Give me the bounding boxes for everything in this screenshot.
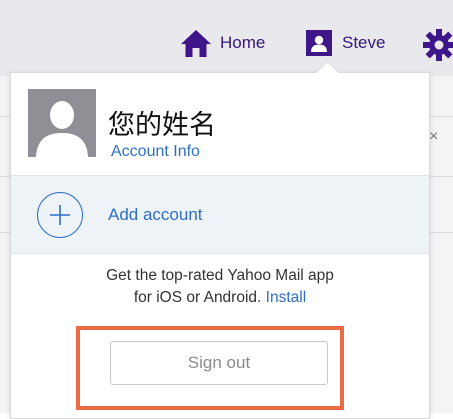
- account-dropdown: 您的姓名 Account Info Add account Get the to…: [10, 60, 430, 419]
- home-link[interactable]: Home: [180, 28, 265, 58]
- promo-line-1: Get the top-rated Yahoo Mail app: [106, 267, 334, 284]
- avatar-silhouette-icon: [28, 89, 96, 157]
- top-nav-bar: Home Steve: [0, 0, 453, 76]
- promo-line-2-text: for iOS or Android.: [133, 289, 262, 306]
- promo-line-2: for iOS or Android. Install: [11, 287, 429, 309]
- add-account-row[interactable]: Add account: [11, 175, 429, 254]
- add-account-label: Add account: [108, 205, 203, 224]
- account-row: 您的姓名 Account Info: [11, 73, 429, 173]
- app-promo: Get the top-rated Yahoo Mail app for iOS…: [11, 265, 429, 309]
- avatar: [28, 89, 96, 157]
- user-label: Steve: [342, 33, 386, 52]
- account-info-link[interactable]: Account Info: [111, 143, 200, 161]
- home-label: Home: [220, 33, 266, 52]
- sign-out-button[interactable]: Sign out: [110, 341, 328, 385]
- home-icon: [181, 30, 211, 57]
- plus-circle-icon: [37, 192, 83, 238]
- close-icon[interactable]: ×: [429, 129, 438, 145]
- user-icon: [306, 30, 332, 56]
- account-name: 您的姓名: [108, 110, 216, 141]
- install-link[interactable]: Install: [266, 289, 307, 306]
- profile-link[interactable]: Steve: [306, 28, 385, 58]
- gear-icon[interactable]: [422, 28, 453, 62]
